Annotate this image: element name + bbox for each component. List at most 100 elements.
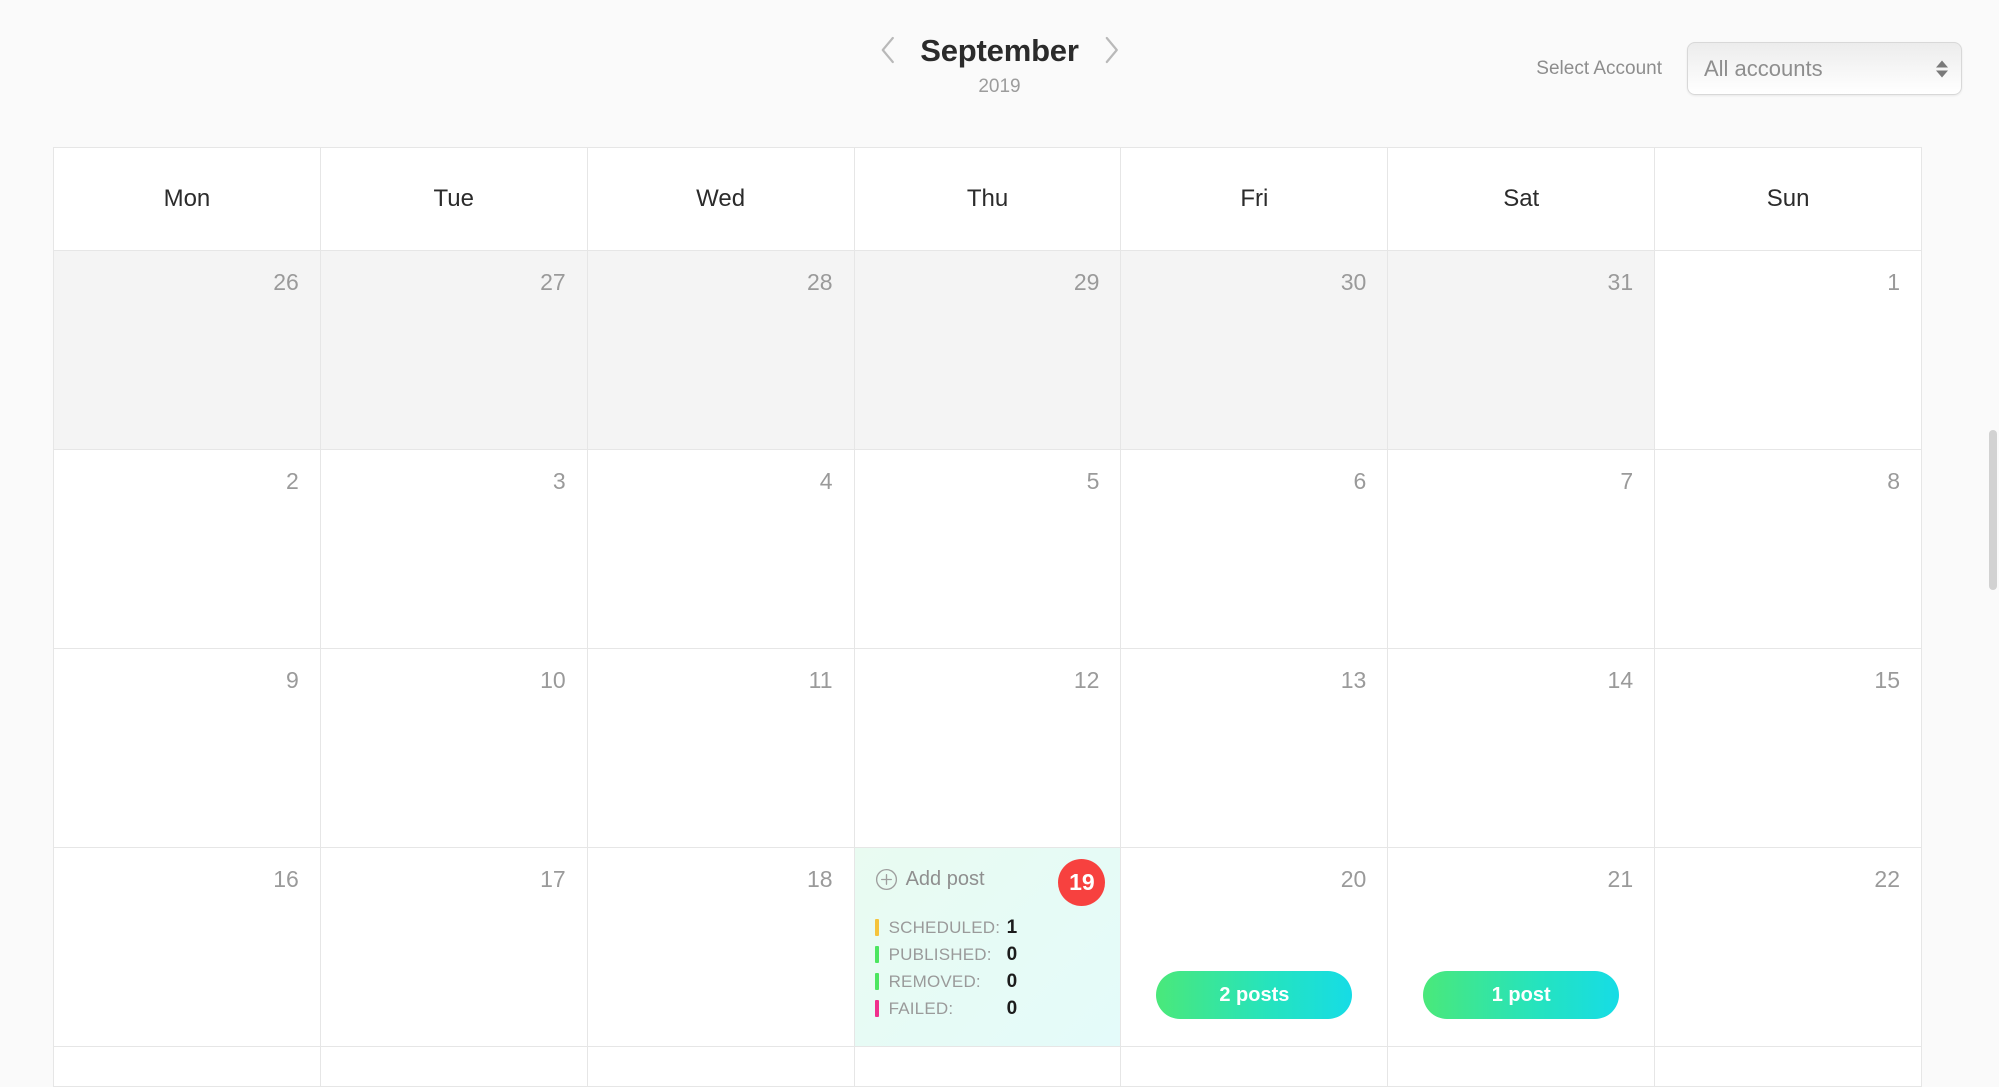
month-navigator: September 2019: [876, 34, 1122, 96]
status-color-bar: [874, 973, 879, 990]
weekday-label: Thu: [966, 185, 1009, 212]
weekday-label: Sat: [1503, 185, 1540, 212]
calendar-week-row: 9 10 11 12 13 14 15: [54, 649, 1922, 848]
calendar-day-cell[interactable]: 3: [320, 450, 588, 649]
plus-circle-icon: [875, 868, 897, 891]
post-stats-list: SCHEDULED: 1 PUBLISHED: 0 REMOVED: 0 FAILED: 0: [874, 914, 1101, 1022]
weekday-label: Tue: [433, 185, 474, 212]
status-color-bar: [874, 919, 879, 936]
calendar-day-cell[interactable]: [854, 1047, 1122, 1087]
calendar-day-cell[interactable]: 9: [54, 649, 321, 848]
chevron-right-icon[interactable]: [1101, 34, 1123, 66]
post-stat-label: PUBLISHED:: [888, 944, 992, 964]
calendar-day-cell[interactable]: [587, 1047, 855, 1087]
day-number: 11: [808, 667, 833, 693]
day-number: 3: [552, 468, 566, 494]
day-number: 20: [1340, 866, 1367, 892]
account-select-value: All accounts: [1704, 55, 1823, 81]
calendar-day-cell[interactable]: 28: [587, 251, 855, 450]
calendar-day-cell[interactable]: 15: [1655, 649, 1922, 848]
post-stat-value: 0: [1006, 997, 1018, 1019]
weekday-header-sat: Sat: [1388, 148, 1656, 251]
calendar-week-row: 16 17 18 Add post SCHEDULED: 1 PUBLISHED: 0 REMO…: [54, 848, 1922, 1047]
weekday-header-fri: Fri: [1121, 148, 1389, 251]
calendar-day-cell[interactable]: 14: [1388, 649, 1656, 848]
day-number: 1: [1887, 269, 1900, 295]
calendar-day-cell[interactable]: 12: [854, 649, 1122, 848]
post-stat-label: REMOVED:: [888, 971, 981, 991]
day-number: 27: [540, 269, 566, 295]
calendar-day-cell[interactable]: 1: [1655, 251, 1922, 450]
account-select-wrapper[interactable]: All accounts: [1687, 42, 1962, 95]
calendar-week-row: 26 27 28 29 30 31 1: [54, 251, 1922, 450]
calendar-day-cell[interactable]: 29: [854, 251, 1122, 450]
add-post-button[interactable]: Add post: [875, 868, 985, 891]
day-number: 4: [819, 468, 833, 494]
weekday-header-thu: Thu: [854, 148, 1122, 251]
day-number: 26: [273, 269, 299, 295]
day-number: 14: [1607, 667, 1634, 693]
day-number: 7: [1620, 468, 1634, 494]
year-label: 2019: [978, 76, 1021, 97]
chevron-left-icon[interactable]: [876, 34, 898, 66]
weekday-header-row: Mon Tue Wed Thu Fri Sat Sun: [54, 148, 1922, 251]
calendar-day-cell[interactable]: 4: [587, 450, 855, 649]
calendar-day-cell[interactable]: 2: [54, 450, 321, 649]
calendar-day-cell[interactable]: 5: [854, 450, 1122, 649]
vertical-scrollbar[interactable]: [1989, 430, 1997, 590]
day-number: 17: [540, 866, 566, 892]
calendar-day-cell[interactable]: 16: [54, 848, 321, 1047]
calendar-day-cell[interactable]: 17: [320, 848, 588, 1047]
calendar-day-cell[interactable]: Add post SCHEDULED: 1 PUBLISHED: 0 REMOVED: 0 F…: [854, 848, 1122, 1047]
day-number: 22: [1874, 866, 1900, 892]
calendar-weeks: 26 27 28 29 30 31 1 2 3 4 5 6 7 8 9 10 11 12 13 14 15 16 17 18 A…: [54, 251, 1922, 1087]
calendar-day-cell[interactable]: 8: [1655, 450, 1922, 649]
calendar-day-cell[interactable]: 6: [1121, 450, 1389, 649]
weekday-label: Sun: [1766, 185, 1810, 212]
calendar-day-cell[interactable]: 27: [320, 251, 588, 450]
weekday-header-sun: Sun: [1655, 148, 1922, 251]
calendar-day-cell[interactable]: 7: [1388, 450, 1656, 649]
calendar-day-cell[interactable]: 26: [54, 251, 321, 450]
calendar-day-cell[interactable]: 20 2 posts: [1121, 848, 1389, 1047]
calendar-day-cell[interactable]: 30: [1121, 251, 1389, 450]
weekday-header-mon: Mon: [54, 148, 321, 251]
calendar-week-row: 2 3 4 5 6 7 8: [54, 450, 1922, 649]
calendar-day-cell[interactable]: [1388, 1047, 1656, 1087]
day-number: 10: [540, 667, 566, 693]
posts-count-pill[interactable]: 1 post: [1423, 971, 1620, 1019]
select-account-label: Select Account: [1536, 57, 1662, 79]
month-label: September: [920, 32, 1079, 68]
post-stat-row: FAILED: 0: [874, 995, 1101, 1022]
calendar-day-cell[interactable]: 10: [320, 649, 588, 848]
status-color-bar: [874, 946, 879, 963]
calendar-day-cell[interactable]: 18: [587, 848, 855, 1047]
day-number: 5: [1086, 468, 1100, 494]
post-stat-row: REMOVED: 0: [874, 968, 1101, 995]
weekday-label: Wed: [696, 185, 746, 212]
post-stat-row: PUBLISHED: 0: [874, 941, 1101, 968]
post-stat-label: SCHEDULED:: [888, 917, 1001, 937]
account-selector-area: Select Account All accounts: [1536, 42, 1962, 95]
calendar-day-cell[interactable]: 11: [587, 649, 855, 848]
day-number: 12: [1073, 667, 1100, 693]
calendar-day-cell[interactable]: [320, 1047, 588, 1087]
post-stat-value: 1: [1006, 916, 1018, 938]
posts-count-pill[interactable]: 2 posts: [1156, 971, 1353, 1019]
weekday-label: Mon: [163, 185, 211, 212]
calendar-day-cell[interactable]: 13: [1121, 649, 1389, 848]
calendar-day-cell[interactable]: [54, 1047, 321, 1087]
day-number: 21: [1607, 866, 1634, 892]
calendar-day-cell[interactable]: 31: [1388, 251, 1656, 450]
calendar-week-row-partial: [54, 1047, 1922, 1087]
calendar-day-cell[interactable]: 21 1 post: [1388, 848, 1656, 1047]
day-number: 29: [1073, 269, 1100, 295]
calendar-day-cell[interactable]: [1655, 1047, 1922, 1087]
account-select[interactable]: All accounts: [1687, 42, 1962, 95]
weekday-header-wed: Wed: [587, 148, 855, 251]
day-number: 2: [286, 468, 299, 494]
weekday-header-tue: Tue: [320, 148, 588, 251]
calendar-day-cell[interactable]: [1121, 1047, 1389, 1087]
calendar-day-cell[interactable]: 22: [1655, 848, 1922, 1047]
calendar-grid: Mon Tue Wed Thu Fri Sat Sun 26 27 28 29 30 31 1 2 3 4 5 6…: [53, 147, 1922, 1087]
